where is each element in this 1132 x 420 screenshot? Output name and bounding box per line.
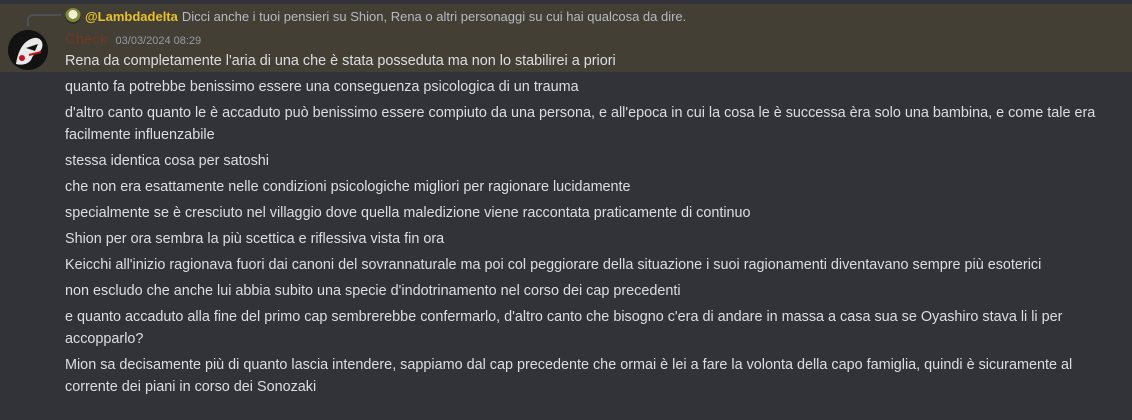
reply-text[interactable]: Dicci anche i tuoi pensieri su Shion, Re… <box>182 9 686 24</box>
check-avatar-icon[interactable] <box>8 30 48 70</box>
message-line: Shion per ora sembra la più scettica e r… <box>65 231 445 247</box>
message-line: e quanto accaduto alla fine del primo ca… <box>65 309 1063 347</box>
message-line: specialmente se è cresciuto nel villaggi… <box>65 205 751 221</box>
message-header: Check 03/03/2024 08:29 <box>65 31 201 51</box>
message-line: d'altro canto quanto le è accaduto può b… <box>65 105 1096 143</box>
message-line: Keicchi all'inizio ragionava fuori dai c… <box>65 257 1042 273</box>
chat-message: @Lambdadelta Dicci anche i tuoi pensieri… <box>0 0 1132 420</box>
reply-connector-line <box>27 14 61 26</box>
message-line: Mion sa decisamente più di quanto lascia… <box>65 357 1073 395</box>
message-line: stessa identica cosa per satoshi <box>65 153 269 169</box>
reply-author-name[interactable]: @Lambdadelta <box>85 9 178 24</box>
message-line: Rena da completamente l'aria di una che … <box>65 53 616 69</box>
message-line: che non era esattamente nelle condizioni… <box>65 179 631 195</box>
message-timestamp[interactable]: 03/03/2024 08:29 <box>116 35 202 47</box>
reply-preview[interactable]: @Lambdadelta Dicci anche i tuoi pensieri… <box>65 6 686 26</box>
message-line: non escludo che anche lui abbia subito u… <box>65 283 681 299</box>
lambdadelta-avatar-icon[interactable] <box>65 8 81 24</box>
message-lines: Rena da completamente l'aria di una che … <box>65 50 1125 402</box>
message-line: quanto fa potrebbe benissimo essere una … <box>65 79 579 95</box>
author-name[interactable]: Check <box>65 31 108 48</box>
